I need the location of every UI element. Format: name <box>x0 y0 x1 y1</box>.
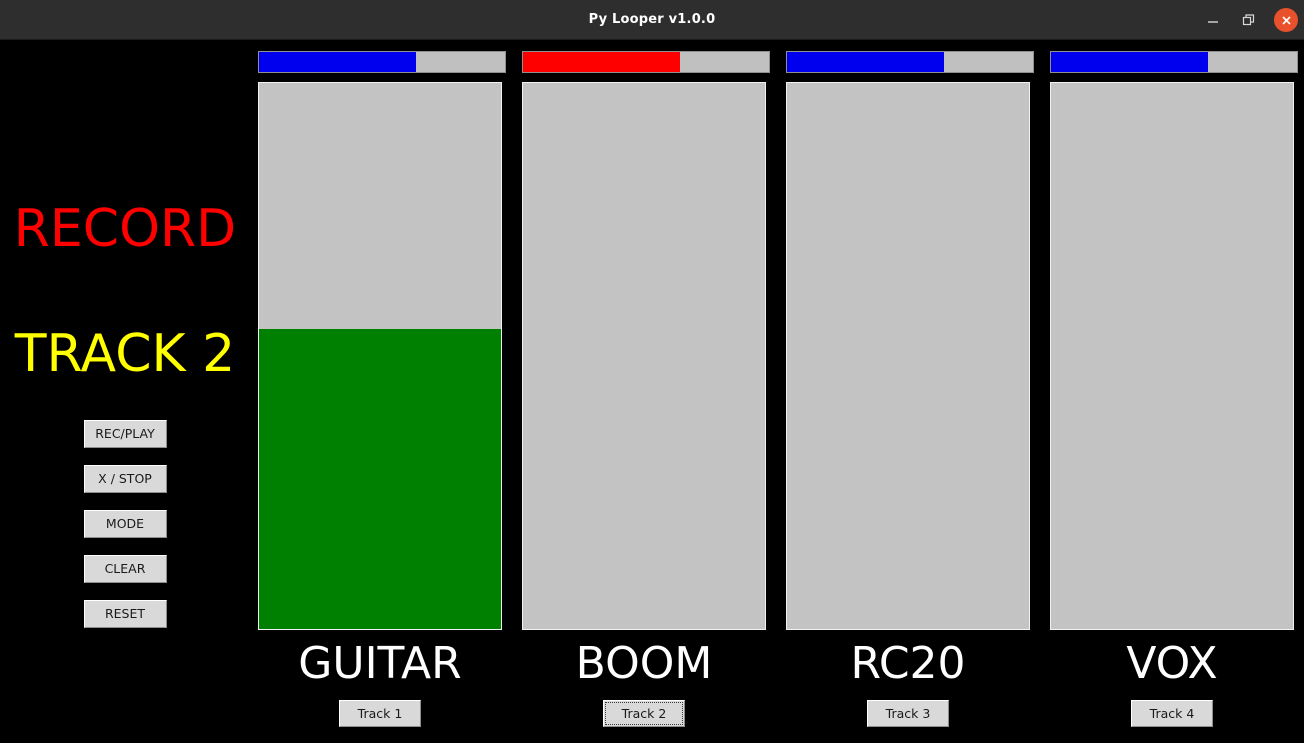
track-level-meter[interactable] <box>258 82 502 630</box>
track-select-button[interactable]: Track 3 <box>867 700 949 727</box>
close-icon[interactable] <box>1274 8 1298 32</box>
track-level-fill <box>259 328 501 629</box>
track-progress-fill <box>259 52 417 72</box>
tracks-area: GUITAR Track 1 BOOM Track 2 RC20 Track 3… <box>250 40 1304 743</box>
window-controls <box>1200 0 1298 40</box>
maximize-icon[interactable] <box>1236 7 1262 33</box>
track-progress-bar <box>522 51 770 73</box>
app-window: Py Looper v1.0.0 RECORD TRACK 2 REC/PLAY… <box>0 0 1304 743</box>
title-bar: Py Looper v1.0.0 <box>0 0 1304 40</box>
track-column: BOOM Track 2 <box>514 40 778 743</box>
track-progress-bar <box>786 51 1034 73</box>
track-name-label: GUITAR <box>298 638 462 689</box>
clear-button[interactable]: CLEAR <box>83 555 167 583</box>
track-progress-fill <box>1051 52 1209 72</box>
window-title: Py Looper v1.0.0 <box>588 12 716 27</box>
track-select-button[interactable]: Track 1 <box>339 700 421 727</box>
transport-buttons: REC/PLAY X / STOP MODE CLEAR RESET <box>0 420 250 628</box>
track-level-meter[interactable] <box>1050 82 1294 630</box>
track-progress-fill <box>523 52 681 72</box>
mode-button[interactable]: MODE <box>83 510 167 538</box>
minimize-icon[interactable] <box>1200 7 1226 33</box>
track-column: GUITAR Track 1 <box>250 40 514 743</box>
track-status-label: TRACK 2 <box>14 324 236 384</box>
track-progress-bar <box>258 51 506 73</box>
stop-button[interactable]: X / STOP <box>83 465 167 493</box>
track-name-label: BOOM <box>575 638 713 689</box>
track-name-label: VOX <box>1126 638 1218 689</box>
track-progress-fill <box>787 52 945 72</box>
control-panel: RECORD TRACK 2 REC/PLAY X / STOP MODE CL… <box>0 40 250 743</box>
track-name-label: RC20 <box>850 638 966 689</box>
track-column: RC20 Track 3 <box>778 40 1042 743</box>
track-select-button[interactable]: Track 2 <box>603 700 685 727</box>
track-progress-bar <box>1050 51 1298 73</box>
track-level-meter[interactable] <box>522 82 766 630</box>
mode-status-label: RECORD <box>13 199 237 259</box>
track-level-meter[interactable] <box>786 82 1030 630</box>
track-column: VOX Track 4 <box>1042 40 1304 743</box>
reset-button[interactable]: RESET <box>83 600 167 628</box>
rec-play-button[interactable]: REC/PLAY <box>83 420 167 448</box>
track-select-button[interactable]: Track 4 <box>1131 700 1213 727</box>
